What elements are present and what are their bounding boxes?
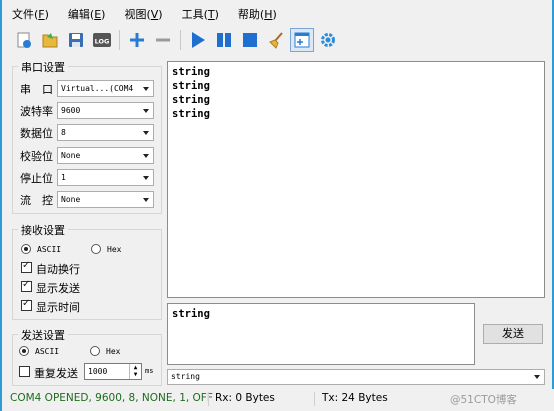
send-text-area[interactable]: string <box>167 303 475 365</box>
log-icon[interactable]: LOG <box>90 28 114 52</box>
stopbits-select[interactable]: 1 <box>57 169 154 186</box>
window-layout-icon[interactable] <box>290 28 314 52</box>
send-ascii-label: ASCII <box>35 347 60 356</box>
interval-value: 1000 <box>88 367 108 376</box>
app-window: 文件(F) 编辑(E) 视图(V) 工具(T) 帮助(H) LOG 串口设置 串… <box>0 0 554 411</box>
play-icon[interactable] <box>186 28 210 52</box>
serial-settings-title: 串口设置 <box>18 59 68 75</box>
open-folder-icon[interactable] <box>38 28 62 52</box>
databits-label: 数据位 <box>20 127 53 140</box>
show-send-label: 显示发送 <box>36 282 80 295</box>
toolbar: LOG <box>4 26 552 54</box>
remove-icon[interactable] <box>151 28 175 52</box>
menu-file[interactable]: 文件(F) <box>12 6 49 22</box>
send-settings-title: 发送设置 <box>18 327 68 343</box>
chevron-down-icon <box>143 176 149 180</box>
receive-text-area[interactable]: string string string string <box>167 61 545 298</box>
status-divider <box>208 392 209 406</box>
send-hex-label: Hex <box>106 347 121 356</box>
databits-select-value: 8 <box>61 128 66 137</box>
toolbar-separator <box>119 30 120 50</box>
send-history-value: string <box>171 372 200 381</box>
add-icon[interactable] <box>125 28 149 52</box>
chevron-down-icon <box>143 131 149 135</box>
menu-view[interactable]: 视图(V) <box>124 6 162 22</box>
parity-select-value: None <box>61 151 81 160</box>
send-ascii-radio[interactable] <box>19 346 29 356</box>
receive-ascii-radio[interactable] <box>21 244 31 254</box>
stop-icon[interactable] <box>238 28 262 52</box>
status-bar: COM4 OPENED, 9600, 8, NONE, 1, OFF Rx: 0… <box>4 389 554 411</box>
receive-line: string <box>172 66 210 78</box>
receive-ascii-label: ASCII <box>37 245 62 254</box>
port-label: 串 口 <box>20 83 53 96</box>
status-tx: Tx: 24 Bytes <box>322 392 388 404</box>
show-time-checkbox[interactable] <box>21 298 32 311</box>
flow-label: 流 控 <box>20 194 53 207</box>
port-select-value: Virtual...(COM4 <box>61 84 134 93</box>
autowrap-checkbox[interactable] <box>21 260 32 273</box>
log-icon-text: LOG <box>95 38 110 46</box>
toolbar-separator <box>180 30 181 50</box>
receive-line: string <box>172 94 210 106</box>
repeat-send-label: 重复发送 <box>34 367 78 380</box>
flow-select[interactable]: None <box>57 191 154 208</box>
status-divider <box>314 392 315 406</box>
receive-hex-label: Hex <box>107 245 122 254</box>
pause-icon[interactable] <box>212 28 236 52</box>
stepper-arrows-icon[interactable]: ▲ ▼ <box>129 364 141 379</box>
parity-select[interactable]: None <box>57 147 154 164</box>
settings-gear-icon[interactable] <box>316 28 340 52</box>
receive-line: string <box>172 108 210 120</box>
chevron-down-icon <box>143 198 149 202</box>
stopbits-label: 停止位 <box>20 172 53 185</box>
send-text: string <box>172 308 210 320</box>
status-rx: Rx: 0 Bytes <box>215 392 275 404</box>
interval-stepper[interactable]: 1000 ▲ ▼ <box>84 363 142 380</box>
repeat-send-checkbox[interactable] <box>19 366 30 377</box>
parity-label: 校验位 <box>20 150 53 163</box>
baud-select[interactable]: 9600 <box>57 102 154 119</box>
interval-unit: ms <box>145 367 154 375</box>
baud-label: 波特率 <box>20 105 53 118</box>
show-time-label: 显示时间 <box>36 301 80 314</box>
stopbits-select-value: 1 <box>61 173 66 182</box>
flow-select-value: None <box>61 195 81 204</box>
chevron-down-icon <box>143 87 149 91</box>
new-file-icon[interactable] <box>12 28 36 52</box>
databits-select[interactable]: 8 <box>57 124 154 141</box>
chevron-down-icon <box>143 154 149 158</box>
autowrap-label: 自动换行 <box>36 263 80 276</box>
receive-lines: string string string string <box>172 65 210 121</box>
receive-hex-radio[interactable] <box>91 244 101 254</box>
status-port: COM4 OPENED, 9600, 8, NONE, 1, OFF <box>10 392 213 404</box>
send-button[interactable]: 发送 <box>483 324 543 344</box>
receive-settings-group <box>12 229 162 320</box>
port-select[interactable]: Virtual...(COM4 <box>57 80 154 97</box>
baud-select-value: 9600 <box>61 106 81 115</box>
send-hex-radio[interactable] <box>90 346 100 356</box>
menu-bar: 文件(F) 编辑(E) 视图(V) 工具(T) 帮助(H) <box>4 4 288 24</box>
receive-line: string <box>172 80 210 92</box>
receive-settings-title: 接收设置 <box>18 222 68 238</box>
menu-tools[interactable]: 工具(T) <box>182 6 219 22</box>
chevron-down-icon <box>143 109 149 113</box>
watermark-text: @51CTO博客 <box>450 394 517 406</box>
chevron-down-icon <box>534 375 540 379</box>
menu-edit[interactable]: 编辑(E) <box>68 6 106 22</box>
clear-broom-icon[interactable] <box>264 28 288 52</box>
save-icon[interactable] <box>64 28 88 52</box>
show-send-checkbox[interactable] <box>21 279 32 292</box>
menu-help[interactable]: 帮助(H) <box>238 6 277 22</box>
send-history-select[interactable]: string <box>167 369 545 385</box>
